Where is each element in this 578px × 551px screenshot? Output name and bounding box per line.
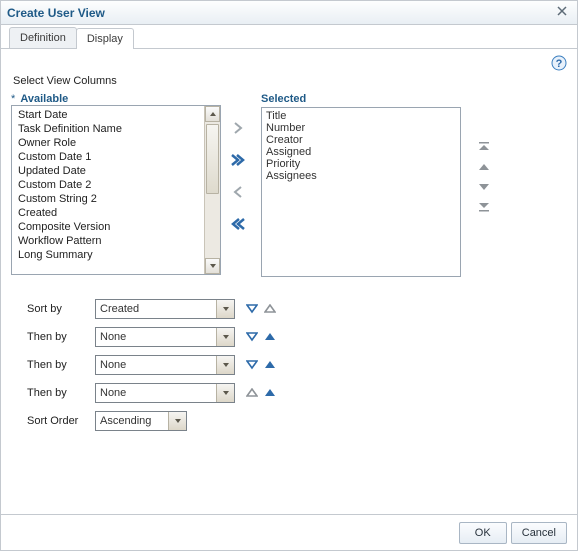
- scroll-up-button[interactable]: [205, 106, 220, 122]
- scroll-down-button[interactable]: [205, 258, 220, 274]
- selected-listbox[interactable]: Title Number Creator Assigned Priority A…: [261, 107, 461, 277]
- list-item[interactable]: Updated Date: [14, 164, 202, 178]
- chevron-down-icon: [216, 300, 234, 318]
- scrollbar[interactable]: [204, 106, 220, 274]
- move-bottom-button[interactable]: [476, 201, 492, 213]
- list-item[interactable]: Priority: [266, 158, 456, 170]
- then-by-value-2: None: [100, 359, 126, 371]
- required-indicator: *: [11, 93, 15, 105]
- list-item[interactable]: Custom String 2: [14, 192, 202, 206]
- sort-asc-outline-button[interactable]: [245, 387, 259, 399]
- reorder-buttons: [471, 141, 497, 213]
- sort-row-2: Then by None: [11, 327, 567, 347]
- chevron-down-icon: [168, 412, 186, 430]
- selected-header: Selected: [261, 93, 461, 105]
- tab-content: ? Select View Columns * Available Start …: [1, 49, 577, 514]
- then-by-label-3: Then by: [11, 387, 95, 399]
- ok-button[interactable]: OK: [459, 522, 507, 544]
- chevron-down-icon: [216, 384, 234, 402]
- available-header: Available: [20, 93, 68, 105]
- chevron-down-icon: [216, 328, 234, 346]
- list-item[interactable]: Custom Date 1: [14, 150, 202, 164]
- list-item[interactable]: Number: [266, 122, 456, 134]
- sort-order-value: Ascending: [100, 415, 151, 427]
- sort-desc-button[interactable]: [245, 303, 259, 315]
- columns-area: * Available Start Date Task Definition N…: [11, 93, 567, 277]
- titlebar: Create User View: [1, 1, 577, 25]
- move-down-button[interactable]: [476, 181, 492, 193]
- sort-by-label: Sort by: [11, 303, 95, 315]
- list-item[interactable]: Custom Date 2: [14, 178, 202, 192]
- tab-display[interactable]: Display: [76, 28, 134, 49]
- move-all-left-button[interactable]: [229, 215, 247, 233]
- sort-asc-button[interactable]: [263, 331, 277, 343]
- list-item[interactable]: Owner Role: [14, 136, 202, 150]
- sort-row-4: Then by None: [11, 383, 567, 403]
- move-top-button[interactable]: [476, 141, 492, 153]
- move-up-button[interactable]: [476, 161, 492, 173]
- move-all-right-button[interactable]: [229, 151, 247, 169]
- list-item[interactable]: Long Summary: [14, 248, 202, 262]
- list-item[interactable]: Creator: [266, 134, 456, 146]
- list-item[interactable]: Workflow Pattern: [14, 234, 202, 248]
- then-by-value-1: None: [100, 331, 126, 343]
- cancel-button[interactable]: Cancel: [511, 522, 567, 544]
- close-icon[interactable]: [557, 6, 571, 20]
- sort-direction-2: [245, 331, 277, 343]
- dialog-title: Create User View: [7, 6, 557, 20]
- sort-asc-button[interactable]: [263, 359, 277, 371]
- sort-order-label: Sort Order: [11, 415, 95, 427]
- then-by-label-1: Then by: [11, 331, 95, 343]
- sort-desc-button[interactable]: [245, 331, 259, 343]
- sort-row-1: Sort by Created: [11, 299, 567, 319]
- list-item[interactable]: Start Date: [14, 108, 202, 122]
- then-by-select-1[interactable]: None: [95, 327, 235, 347]
- sort-by-value: Created: [100, 303, 139, 315]
- available-header-row: * Available: [11, 93, 221, 105]
- sort-direction-4: [245, 387, 277, 399]
- chevron-down-icon: [216, 356, 234, 374]
- sort-by-select[interactable]: Created: [95, 299, 235, 319]
- then-by-select-2[interactable]: None: [95, 355, 235, 375]
- svg-text:?: ?: [556, 58, 563, 70]
- list-item[interactable]: Assigned: [266, 146, 456, 158]
- tab-definition-label: Definition: [20, 32, 66, 44]
- sort-direction-3: [245, 359, 277, 371]
- move-buttons: [225, 119, 251, 233]
- dialog-footer: OK Cancel: [1, 514, 577, 550]
- tab-bar: Definition Display: [1, 25, 577, 49]
- list-item[interactable]: Title: [266, 110, 456, 122]
- available-listbox[interactable]: Start Date Task Definition Name Owner Ro…: [11, 105, 221, 275]
- sort-row-3: Then by None: [11, 355, 567, 375]
- move-right-button[interactable]: [229, 119, 247, 137]
- ok-button-label: OK: [475, 527, 491, 539]
- list-item[interactable]: Composite Version: [14, 220, 202, 234]
- available-items: Start Date Task Definition Name Owner Ro…: [12, 106, 204, 274]
- sort-area: Sort by Created Then by None: [11, 299, 567, 431]
- sort-order-row: Sort Order Ascending: [11, 411, 567, 431]
- tab-display-label: Display: [87, 33, 123, 45]
- available-column: * Available Start Date Task Definition N…: [11, 93, 221, 275]
- create-user-view-dialog: Create User View Definition Display ? Se…: [0, 0, 578, 551]
- then-by-select-3[interactable]: None: [95, 383, 235, 403]
- help-icon[interactable]: ?: [551, 55, 567, 71]
- sort-asc-button[interactable]: [263, 303, 277, 315]
- scroll-thumb[interactable]: [206, 124, 219, 194]
- sort-asc-button[interactable]: [263, 387, 277, 399]
- sort-desc-button[interactable]: [245, 359, 259, 371]
- list-item[interactable]: Assignees: [266, 170, 456, 182]
- select-view-columns-label: Select View Columns: [13, 75, 567, 87]
- selected-column: Selected Title Number Creator Assigned P…: [261, 93, 461, 277]
- cancel-button-label: Cancel: [522, 527, 556, 539]
- list-item[interactable]: Created: [14, 206, 202, 220]
- move-left-button[interactable]: [229, 183, 247, 201]
- then-by-label-2: Then by: [11, 359, 95, 371]
- list-item[interactable]: Task Definition Name: [14, 122, 202, 136]
- then-by-value-3: None: [100, 387, 126, 399]
- tab-definition[interactable]: Definition: [9, 27, 77, 48]
- sort-direction-1: [245, 303, 277, 315]
- sort-order-select[interactable]: Ascending: [95, 411, 187, 431]
